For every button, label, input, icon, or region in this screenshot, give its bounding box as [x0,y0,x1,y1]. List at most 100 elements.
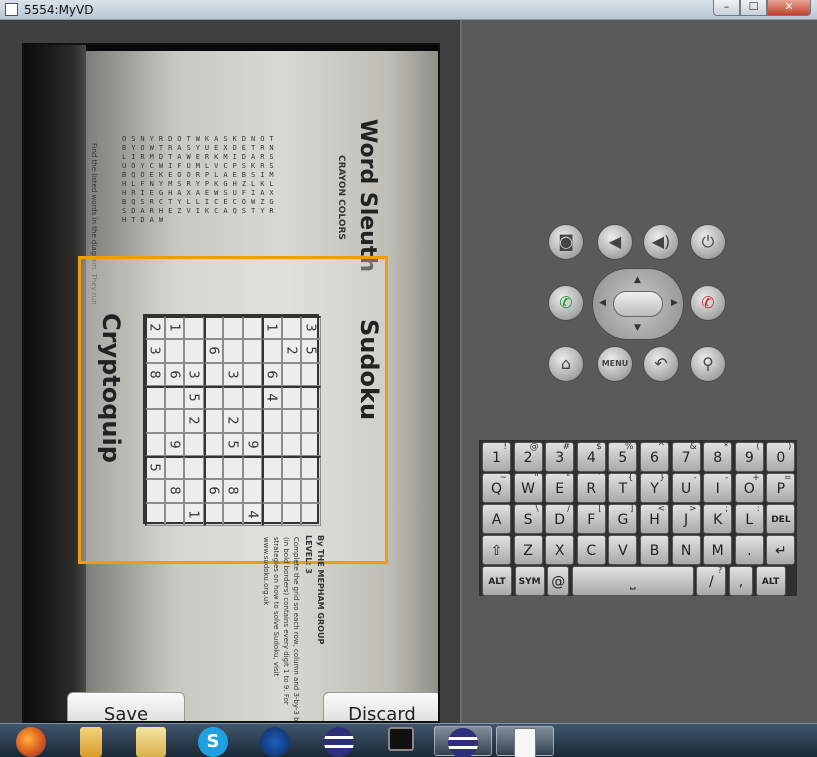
key-h[interactable]: H < [640,504,669,534]
key-z[interactable]: Z [513,535,543,565]
key-label: V [618,543,628,559]
key-d[interactable]: D / [545,504,575,534]
key-7[interactable]: 7 & [671,442,701,472]
close-button[interactable]: ✕ [767,0,811,16]
key-label: . [747,543,752,559]
sudoku-digit: 3 [303,323,319,332]
maximize-button[interactable]: ☐ [740,0,767,16]
key-8[interactable]: 8 * [703,442,733,472]
firefox-icon[interactable] [2,726,60,757]
key-r[interactable]: R ` [576,473,606,503]
key-u[interactable]: U- [671,473,701,503]
key-0[interactable]: 0) [766,442,796,472]
power-icon[interactable]: ⏻ [690,224,726,260]
key-.[interactable]: . [734,535,764,565]
key-j[interactable]: J > [671,504,701,534]
notepad-icon[interactable] [496,726,554,757]
key-/[interactable]: /? [696,566,727,596]
discard-button[interactable]: Discard [323,692,438,721]
key-1[interactable]: 1! [482,442,511,472]
key-3[interactable]: 3 # [545,442,575,472]
home-icon[interactable]: ⌂ [548,346,584,382]
key-2[interactable]: 2 @ [513,442,543,472]
save-button[interactable]: Save [67,692,185,721]
network-icon[interactable] [246,726,304,757]
key-a[interactable]: A [482,504,511,534]
key-e[interactable]: E " [545,473,575,503]
dpad-center[interactable] [613,291,663,317]
dpad[interactable]: ▲ ▼ ◀ ▶ [592,268,684,340]
key-x[interactable]: X [545,535,575,565]
key-t[interactable]: T{ [608,473,638,503]
key-alt-label: } [659,473,665,483]
key-alt-label: < [657,504,665,514]
key-6[interactable]: 6 ^ [640,442,669,472]
volume-down-icon[interactable]: ◀ [597,224,633,260]
key-g[interactable]: G] [608,504,638,534]
dpad-left-icon[interactable]: ◀ [599,298,606,308]
key-label: X [554,543,565,559]
key-9[interactable]: 9( [734,442,764,472]
key-b[interactable]: B [640,535,669,565]
sudoku-cell [145,409,165,433]
dpad-down-icon[interactable]: ▼ [634,323,641,333]
sudoku-cell [242,339,263,363]
key-alt[interactable]: ALT [755,566,786,596]
minimize-button[interactable]: – [713,0,740,16]
key-@[interactable]: @ [547,566,570,596]
key-alt-label: ! [503,442,507,452]
dpad-right-icon[interactable]: ▶ [671,298,678,308]
call-icon[interactable]: ✆ [548,285,584,321]
key-alt-label: ] [629,504,634,514]
key-alt-label: ^ [657,442,665,452]
end-call-icon[interactable]: ✆ [690,285,726,321]
key-c[interactable]: C [576,535,606,565]
key-alt-label: ~ [499,473,507,483]
sudoku-cell [301,362,321,386]
key-,[interactable]: , [729,566,753,596]
crop-selection-box[interactable]: Sudoku Cryptoquip 3521649325635216982385… [78,256,388,721]
folder-icon[interactable] [62,726,120,757]
terminal-icon[interactable] [372,726,430,756]
key-k[interactable]: K; [703,504,733,534]
sudoku-digit: 5 [146,463,162,472]
sudoku-cell [184,339,204,363]
key-y[interactable]: Y} [640,473,669,503]
key-s[interactable]: S \ [513,504,543,534]
key-m[interactable]: M [703,535,733,565]
key-f[interactable]: F[ [576,504,606,534]
explorer-icon[interactable] [122,726,180,757]
skype-icon[interactable]: S [184,726,242,757]
word-sleuth-subtitle: CRAYON COLORS [336,155,346,240]
key-n[interactable]: N [671,535,701,565]
key-o[interactable]: O + [734,473,764,503]
key-alt[interactable]: ALT [482,566,512,596]
device-controls-panel [460,20,817,723]
key-↵[interactable]: ↵ [766,535,796,565]
key-q[interactable]: Q ~ [482,473,511,503]
key-l[interactable]: L: [734,504,764,534]
key-4[interactable]: 4 $ [576,442,606,472]
key-w[interactable]: W " [513,473,543,503]
menu-button[interactable]: MENU [597,346,633,382]
search-icon[interactable]: ⚲ [690,346,726,382]
key-sym[interactable]: SYM [514,566,545,596]
camera-icon[interactable]: ◙ [548,224,584,260]
key-p[interactable]: P = [766,473,796,503]
key-⎵[interactable]: ⎵ [571,566,694,596]
dpad-up-icon[interactable]: ▲ [634,275,641,285]
key-i[interactable]: I- [703,473,733,503]
sudoku-title: Sudoku [355,319,383,421]
key-5[interactable]: 5% [608,442,638,472]
sudoku-cell [281,502,302,526]
eclipse-icon[interactable] [310,726,368,757]
key-del[interactable]: DEL [766,504,796,534]
key-⇧[interactable]: ⇧ [482,535,511,565]
back-icon[interactable]: ↶ [643,346,679,382]
sudoku-cell [301,479,321,503]
volume-up-icon[interactable]: ◀) [643,224,679,260]
key-label: ↵ [775,543,787,559]
eclipse-icon-2[interactable] [434,726,492,757]
title-bar[interactable]: 5554:MyVD – ☐ ✕ [0,0,817,20]
key-v[interactable]: V [608,535,638,565]
